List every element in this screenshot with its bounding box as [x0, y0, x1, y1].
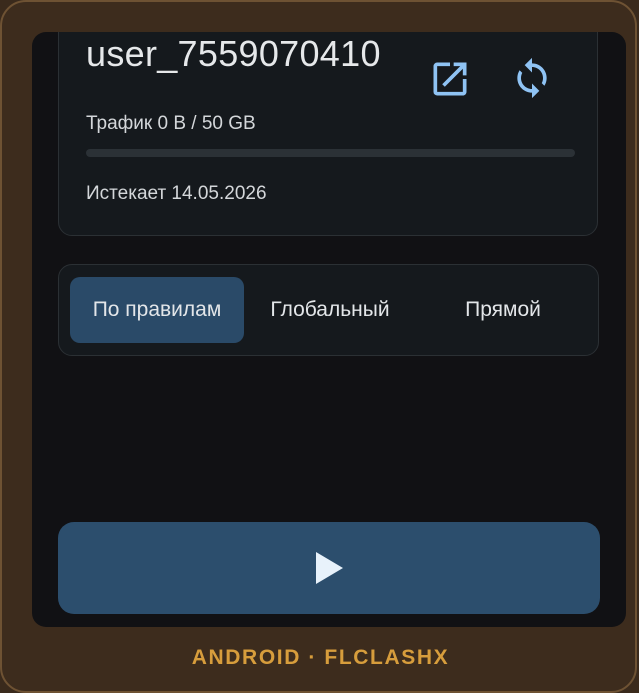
play-icon — [316, 552, 343, 584]
profile-name: user_7559070410 — [86, 33, 381, 74]
sync-icon — [517, 57, 547, 99]
open-external-icon — [433, 62, 467, 96]
platform-footer-label: ANDROID · FLCLASHX — [191, 646, 450, 669]
mode-option-rules[interactable]: По правилам — [70, 277, 244, 343]
profile-card: user_7559070410 Трафик 0 B / 50 GB Истек… — [58, 32, 598, 236]
mode-option-global[interactable]: Глобальный — [249, 277, 411, 343]
traffic-progress-bar — [86, 149, 575, 157]
traffic-label: Трафик 0 B / 50 GB — [86, 113, 256, 134]
connect-play-button[interactable] — [58, 522, 600, 614]
device-frame: user_7559070410 Трафик 0 B / 50 GB Истек… — [0, 0, 637, 693]
mode-option-direct[interactable]: Прямой — [415, 277, 591, 343]
expires-label: Истекает 14.05.2026 — [86, 183, 267, 204]
refresh-profile-button[interactable] — [509, 55, 555, 101]
open-profile-button[interactable] — [427, 56, 473, 102]
mode-selector: По правилам Глобальный Прямой — [58, 264, 599, 356]
app-screen: user_7559070410 Трафик 0 B / 50 GB Истек… — [32, 32, 626, 627]
